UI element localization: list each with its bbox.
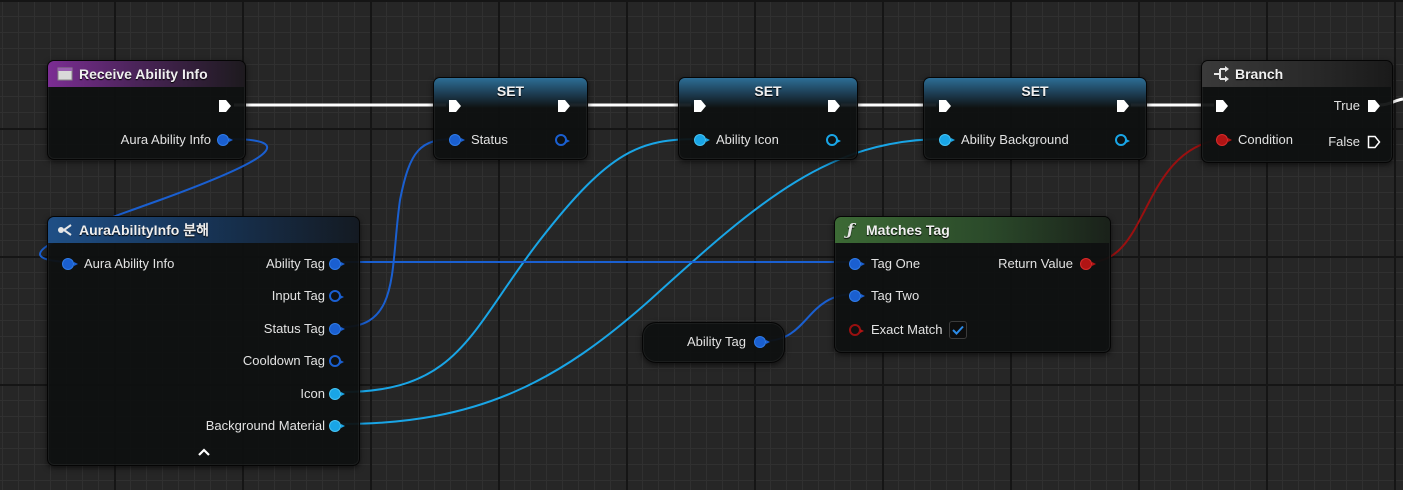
pin-label: False: [1328, 134, 1360, 149]
exec-output-pin[interactable]: [827, 99, 841, 113]
pin-label: Tag One: [871, 256, 921, 271]
exec-input-pin[interactable]: [693, 99, 707, 113]
pin-label: Ability Background: [961, 132, 1069, 147]
pin-label: Exact Match: [871, 322, 943, 337]
node-header: Receive Ability Info: [48, 61, 245, 87]
node-header: AuraAbilityInfo 분해: [48, 217, 359, 243]
exact-match-input-pin[interactable]: [849, 324, 864, 336]
status-output-pin[interactable]: [555, 134, 570, 146]
exact-match-checkbox[interactable]: [949, 321, 967, 339]
pin-label: Status Tag: [263, 321, 325, 336]
exec-input-pin[interactable]: [448, 99, 462, 113]
aura-ability-info-output-pin[interactable]: [217, 134, 233, 146]
ability-tag-variable-node[interactable]: Ability Tag: [642, 322, 785, 363]
aura-ability-info-input-pin[interactable]: [62, 258, 78, 270]
node-title: Matches Tag: [866, 222, 950, 238]
pin-label: Input Tag: [271, 288, 325, 303]
input-tag-output-pin[interactable]: [329, 290, 344, 302]
return-value-output-pin[interactable]: [1080, 258, 1096, 270]
event-icon: [57, 67, 73, 81]
ability-background-output-pin[interactable]: [1115, 134, 1130, 146]
cooldown-tag-output-pin[interactable]: [329, 355, 344, 367]
node-title: SET: [496, 83, 525, 99]
checkmark-icon: [952, 325, 964, 335]
pin-label: True: [1333, 98, 1360, 113]
exec-input-pin[interactable]: [938, 99, 952, 113]
pin-label: Ability Tag: [265, 256, 325, 271]
variable-label: Ability Tag: [687, 334, 747, 349]
break-aura-ability-info-node[interactable]: AuraAbilityInfo 분해 Aura Ability Info Abi…: [47, 216, 360, 466]
pin-label: Condition: [1238, 132, 1293, 147]
node-title: AuraAbilityInfo 분해: [79, 222, 209, 238]
pin-label: Background Material: [205, 418, 325, 433]
exec-input-pin[interactable]: [1215, 99, 1229, 113]
pin-label: Icon: [300, 386, 325, 401]
status-input-pin[interactable]: [449, 134, 465, 146]
ability-icon-input-pin[interactable]: [694, 134, 710, 146]
exec-output-pin[interactable]: [557, 99, 571, 113]
true-exec-output-pin[interactable]: [1367, 99, 1381, 113]
chevron-up-icon[interactable]: [198, 447, 210, 457]
exec-output-pin[interactable]: [1116, 99, 1130, 113]
node-header: SET: [924, 78, 1146, 108]
pin-label: Aura Ability Info: [120, 132, 211, 147]
pin-label: Status: [471, 132, 508, 147]
icon-output-pin[interactable]: [329, 388, 345, 400]
receive-ability-info-node[interactable]: Receive Ability Info Aura Ability Info: [47, 60, 246, 160]
false-exec-output-pin[interactable]: [1367, 135, 1381, 149]
pin-label: Cooldown Tag: [242, 353, 325, 368]
branch-node[interactable]: Branch True Condition False: [1201, 60, 1393, 163]
pin-label: Aura Ability Info: [84, 256, 175, 271]
condition-input-pin[interactable]: [1216, 134, 1232, 146]
node-header: ƒ Matches Tag: [835, 217, 1110, 243]
tag-two-input-pin[interactable]: [849, 290, 865, 302]
function-icon: ƒ: [847, 220, 854, 239]
tag-one-input-pin[interactable]: [849, 258, 865, 270]
node-title: Branch: [1235, 66, 1284, 82]
status-tag-output-pin[interactable]: [329, 323, 345, 335]
node-title: SET: [1021, 83, 1049, 99]
set-ability-background-node[interactable]: SET Ability Background: [923, 77, 1147, 160]
background-material-output-pin[interactable]: [329, 420, 345, 432]
pin-label: Tag Two: [871, 288, 920, 303]
ability-background-input-pin[interactable]: [939, 134, 955, 146]
ability-icon-output-pin[interactable]: [826, 134, 841, 146]
matches-tag-node[interactable]: ƒ Matches Tag Tag One Return Value Tag T…: [834, 216, 1111, 353]
set-status-node[interactable]: SET Status: [433, 77, 588, 160]
exec-output-pin[interactable]: [218, 99, 232, 113]
ability-tag-output-pin[interactable]: [329, 258, 345, 270]
pin-label: Return Value: [998, 256, 1073, 271]
node-header: Branch: [1202, 61, 1392, 87]
node-title: SET: [754, 83, 782, 99]
set-ability-icon-node[interactable]: SET Ability Icon: [678, 77, 858, 160]
ability-tag-variable-output-pin[interactable]: [754, 336, 770, 348]
pin-label: Ability Icon: [716, 132, 779, 147]
break-struct-icon: [58, 224, 72, 236]
branch-icon: [1214, 66, 1229, 82]
node-title: Receive Ability Info: [79, 66, 208, 82]
